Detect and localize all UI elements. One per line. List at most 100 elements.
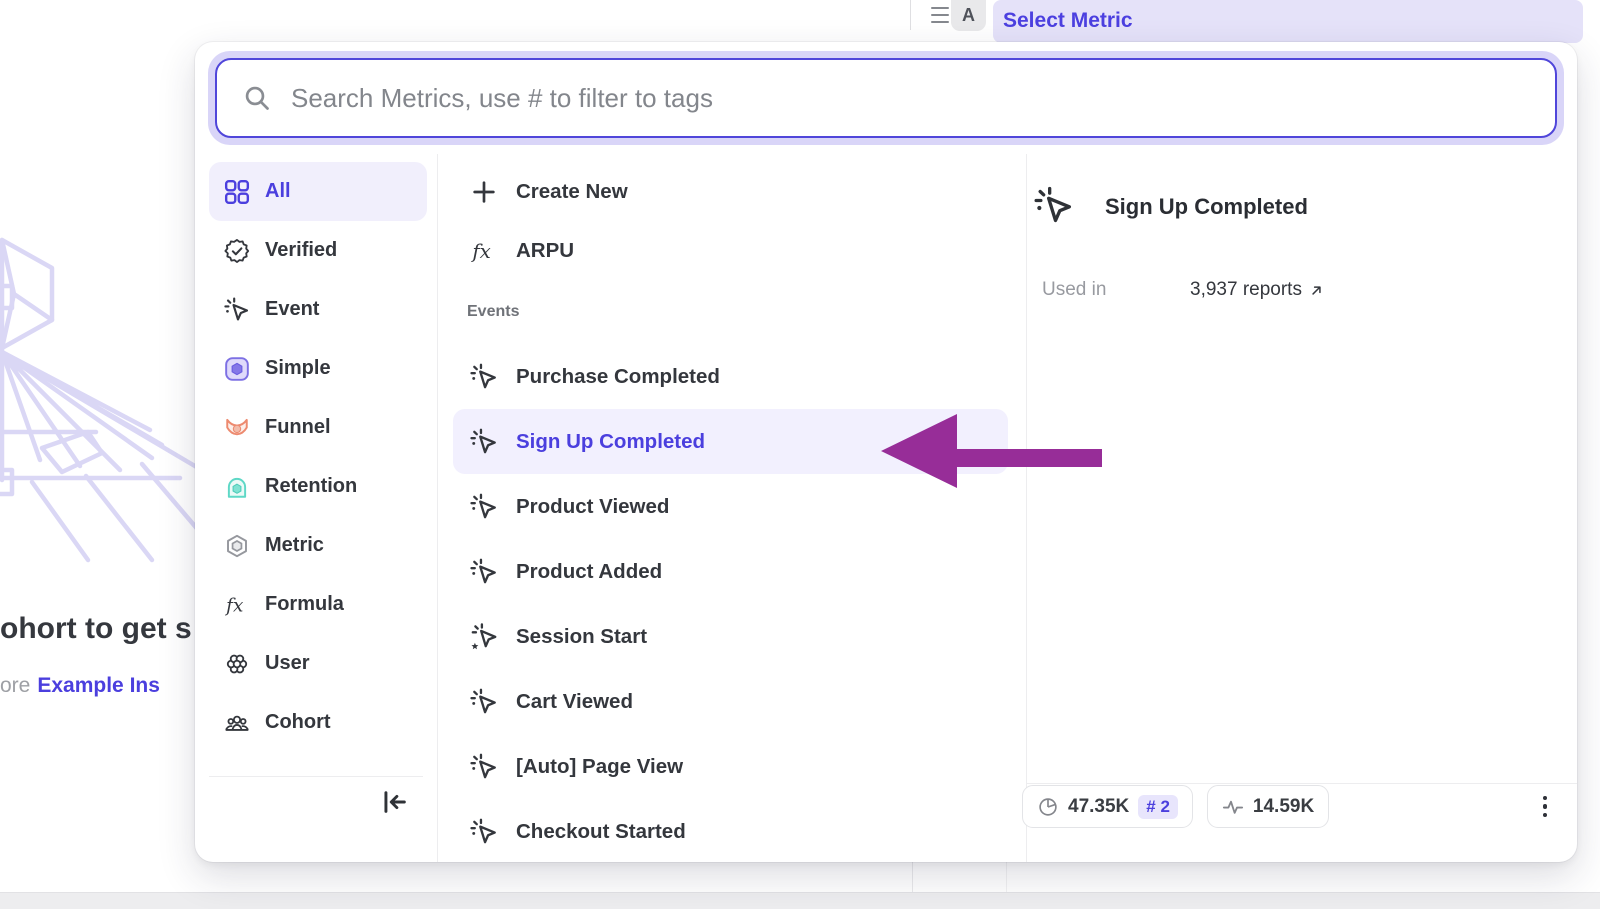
- topbar-divider: [910, 0, 911, 30]
- detail-stats-row: 47.35K # 2 14.59K: [1022, 786, 1557, 827]
- stat-value: 47.35K: [1068, 796, 1129, 818]
- formula-icon: fx: [224, 592, 250, 618]
- event-icon: [1034, 186, 1074, 226]
- stat-value: 14.59K: [1253, 796, 1314, 818]
- page-column-divider: [912, 862, 913, 893]
- search-box[interactable]: [215, 58, 1557, 138]
- session-event-icon: [470, 623, 498, 651]
- collapse-left-icon[interactable]: [379, 786, 411, 818]
- sidebar-item-user[interactable]: User: [209, 634, 427, 693]
- sidebar-item-funnel[interactable]: Funnel: [209, 398, 427, 457]
- user-icon: [224, 651, 250, 677]
- event-row-label: Session Start: [516, 625, 647, 649]
- background-headline-fragment: ohort to get s: [0, 612, 192, 646]
- series-a-badge[interactable]: A: [951, 0, 986, 31]
- stat-badge-2[interactable]: 14.59K: [1207, 785, 1329, 828]
- arpu-row[interactable]: fx ARPU: [453, 221, 1008, 280]
- event-row-product-added[interactable]: Product Added: [453, 539, 1008, 604]
- events-section-label: Events: [453, 280, 1008, 344]
- bottom-window-edge: [0, 892, 1600, 909]
- search-input[interactable]: [289, 82, 1555, 115]
- detail-footer-divider: [1027, 783, 1577, 784]
- retention-icon: [224, 474, 250, 500]
- sidebar-item-label: Funnel: [265, 416, 331, 439]
- event-icon: [470, 818, 498, 846]
- sidebar-item-metric[interactable]: Metric: [209, 516, 427, 575]
- sidebar-item-all[interactable]: All: [209, 162, 427, 221]
- event-row-purchase-completed[interactable]: Purchase Completed: [453, 344, 1008, 409]
- plus-icon: [470, 178, 498, 206]
- sidebar-item-retention[interactable]: Retention: [209, 457, 427, 516]
- event-row-checkout-started[interactable]: Checkout Started: [453, 799, 1008, 862]
- sidebar-item-verified[interactable]: Verified: [209, 221, 427, 280]
- kebab-menu-icon[interactable]: [1533, 788, 1557, 826]
- search-icon: [243, 84, 271, 112]
- verified-icon: [224, 238, 250, 264]
- select-metric-row[interactable]: Select Metric: [993, 0, 1583, 43]
- sidebar-item-event[interactable]: Event: [209, 280, 427, 339]
- list-item-label: ARPU: [516, 239, 574, 263]
- event-icon: [470, 363, 498, 391]
- svg-text:fx: fx: [224, 595, 244, 616]
- event-row-label: Product Viewed: [516, 495, 669, 519]
- detail-divider: [1026, 154, 1027, 862]
- formula-icon: fx: [470, 237, 498, 265]
- sidebar-item-label: Formula: [265, 593, 344, 616]
- event-icon: [470, 428, 498, 456]
- sidebar-item-label: Metric: [265, 534, 324, 557]
- event-icon: [470, 688, 498, 716]
- simple-icon: [224, 356, 250, 382]
- sidebar-item-label: Cohort: [265, 711, 331, 734]
- funnel-icon: [224, 415, 250, 441]
- event-icon: [470, 558, 498, 586]
- event-row-label: [Auto] Page View: [516, 755, 683, 779]
- sidebar-item-label: All: [265, 180, 291, 203]
- event-row-product-viewed[interactable]: Product Viewed: [453, 474, 1008, 539]
- event-row-label: Sign Up Completed: [516, 430, 705, 454]
- event-icon: [470, 753, 498, 781]
- background-text-fragment: ore: [0, 674, 30, 697]
- sidebar-item-simple[interactable]: Simple: [209, 339, 427, 398]
- grid-all-icon: [224, 179, 250, 205]
- sidebar-item-label: Simple: [265, 357, 331, 380]
- sidebar-item-label: User: [265, 652, 309, 675]
- background-link-line: ore Example Ins: [0, 674, 160, 698]
- detail-title: Sign Up Completed: [1105, 194, 1308, 220]
- sidebar-item-label: Retention: [265, 475, 357, 498]
- sidebar-bottom-divider: [209, 776, 423, 777]
- event-row-session-start[interactable]: Session Start: [453, 604, 1008, 669]
- sidebar-item-label: Event: [265, 298, 319, 321]
- arrow-up-right-icon: [1309, 283, 1324, 298]
- event-row-label: Cart Viewed: [516, 690, 633, 714]
- used-in-reports-value: 3,937 reports: [1190, 279, 1302, 301]
- cohort-icon: [224, 710, 250, 736]
- event-row-sign-up-completed[interactable]: Sign Up Completed: [453, 409, 1008, 474]
- hamburger-icon[interactable]: [931, 7, 949, 23]
- svg-text:fx: fx: [470, 240, 491, 263]
- category-sidebar: All Verified Event Simple Funnel Retention Met…: [209, 162, 427, 752]
- used-in-label: Used in: [1042, 279, 1106, 301]
- sidebar-item-label: Verified: [265, 239, 337, 262]
- event-row-cart-viewed[interactable]: Cart Viewed: [453, 669, 1008, 734]
- stat-badge-1[interactable]: 47.35K # 2: [1022, 785, 1193, 828]
- sidebar-item-cohort[interactable]: Cohort: [209, 693, 427, 752]
- sidebar-item-formula[interactable]: fx Formula: [209, 575, 427, 634]
- background-link-fragment: Example Ins: [37, 674, 160, 697]
- event-icon: [224, 297, 250, 323]
- metric-icon: [224, 533, 250, 559]
- rank-chip: # 2: [1138, 795, 1178, 819]
- background-wireframe-art: [0, 220, 210, 570]
- event-row-auto-page-view[interactable]: [Auto] Page View: [453, 734, 1008, 799]
- event-row-label: Purchase Completed: [516, 365, 720, 389]
- select-metric-label[interactable]: Select Metric: [1003, 9, 1133, 33]
- sidebar-divider: [437, 154, 438, 862]
- pie-chart-icon: [1037, 796, 1059, 818]
- used-in-reports-link[interactable]: 3,937 reports: [1190, 279, 1324, 301]
- create-new-row[interactable]: Create New: [453, 162, 1008, 221]
- event-row-label: Product Added: [516, 560, 662, 584]
- list-item-label: Create New: [516, 180, 628, 204]
- event-row-label: Checkout Started: [516, 820, 686, 844]
- page-column-divider: [1006, 862, 1007, 893]
- pulse-icon: [1222, 796, 1244, 818]
- metric-list: Create New fx ARPU Events Purchase Completed…: [453, 162, 1008, 862]
